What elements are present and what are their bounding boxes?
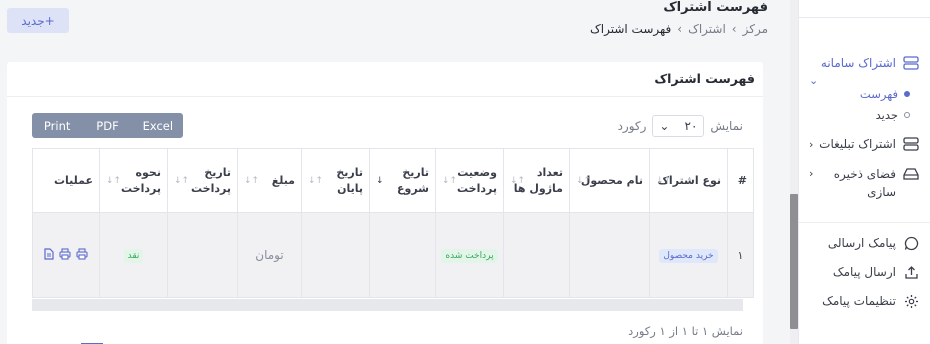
sidebar-subitem-new[interactable]: جدید: [876, 107, 910, 123]
sidebar-item-sms-settings[interactable]: تنظیمات پیامک: [805, 291, 920, 311]
page-length-control: نمایش ۲۰ ⌄ رکورد: [618, 115, 743, 137]
cell-paid-date: [167, 212, 238, 298]
length-prefix: نمایش: [710, 119, 743, 133]
storage-icon: [902, 165, 920, 183]
page-scrollbar[interactable]: [790, 0, 798, 344]
gear-icon: [902, 292, 920, 310]
table-info: نمایش ۱ تا ۱ از ۱ رکورد: [628, 324, 743, 338]
sidebar-item-label: پیامک ارسالی: [827, 236, 896, 250]
breadcrumb-separator: ›: [677, 22, 683, 36]
bullet-circle-icon: [904, 112, 910, 118]
chat-icon: [902, 234, 920, 252]
method-badge: نقد: [123, 248, 144, 263]
sidebar: اشتراک سامانه ⌄ فهرست جدید اشتراک تبلیغا…: [798, 0, 930, 344]
table-horizontal-scrollbar[interactable]: [32, 299, 743, 311]
subscription-list-card: فهرست اشتراک Print PDF Excel نمایش ۲۰ ⌄ …: [7, 62, 763, 344]
col-modules[interactable]: تعداد ماژول ها ↑↓: [503, 148, 570, 213]
bullet-dot-icon: [904, 91, 910, 97]
breadcrumb-current: فهرست اشتراک: [590, 22, 672, 36]
breadcrumb: مرکز › اشتراک › فهرست اشتراک: [590, 22, 768, 36]
col-paid-date[interactable]: تاریخ پرداخت ↑↓: [167, 148, 238, 213]
sidebar-item-label: ارسال پیامک: [832, 265, 896, 279]
col-number: #: [727, 148, 754, 213]
sidebar-subitem-label: فهرست: [859, 87, 898, 101]
server-icon: [902, 135, 920, 153]
new-subscription-button[interactable]: +جدید: [7, 8, 69, 33]
chevron-left-icon: ‹: [809, 167, 814, 180]
cell-status: پرداخت شده: [435, 212, 504, 298]
document-icon[interactable]: [44, 247, 54, 260]
sidebar-item-label: فضای ذخیره سازی: [833, 167, 896, 199]
col-amount[interactable]: مبلغ ↑↓: [237, 148, 302, 213]
breadcrumb-home[interactable]: مرکز: [743, 22, 768, 36]
cell-number: ۱: [727, 212, 754, 298]
card-divider: [7, 96, 763, 97]
table-header-row: # نوع اشتراک ↑↓ نام محصول ↑↓ تعداد ماژول ه…: [32, 148, 754, 213]
col-status[interactable]: وضعیت پرداخت ↑↓: [435, 148, 504, 213]
sidebar-subitem-label: جدید: [875, 108, 898, 122]
cell-type: خرید محصول: [649, 212, 728, 298]
sidebar-item-storage[interactable]: فضای ذخیره سازی ‹: [805, 165, 920, 199]
col-actions: عملیات: [32, 148, 100, 213]
print-icon[interactable]: [59, 247, 71, 260]
sidebar-item-send-sms[interactable]: ارسال پیامک: [805, 262, 920, 282]
chevron-left-icon: ‹: [809, 137, 814, 151]
sidebar-item-label: اشتراک تبلیغات: [819, 137, 896, 151]
col-product[interactable]: نام محصول ↑↓: [569, 148, 650, 213]
excel-button[interactable]: Excel: [133, 113, 183, 138]
sidebar-item-ads-subscription[interactable]: اشتراک تبلیغات ‹: [805, 134, 920, 154]
cell-product: [569, 212, 650, 298]
cell-modules: [503, 212, 570, 298]
breadcrumb-separator: ›: [731, 22, 737, 36]
page-title: فهرست اشتراک: [663, 0, 768, 15]
sidebar-item-system-subscription[interactable]: اشتراک سامانه: [805, 53, 920, 73]
chevron-down-icon: ⌄: [809, 73, 819, 87]
sidebar-item-label: تنظیمات پیامک: [822, 294, 896, 308]
pdf-button[interactable]: PDF: [82, 113, 132, 138]
chevron-down-icon: ⌄: [659, 119, 670, 133]
sidebar-item-sent-sms[interactable]: پیامک ارسالی: [805, 233, 920, 253]
table-row: ۱ خرید محصول پرداخت شده تومان نقد: [32, 212, 754, 298]
cell-end-date: [301, 212, 370, 298]
cell-actions: [32, 212, 100, 298]
export-button-group: Print PDF Excel: [32, 113, 183, 138]
status-badge: پرداخت شده: [441, 248, 498, 263]
col-method[interactable]: نحوه پرداخت ↑↓: [99, 148, 168, 213]
sidebar-divider: [799, 17, 930, 18]
print-button[interactable]: Print: [32, 113, 82, 138]
cell-amount: تومان: [237, 212, 302, 298]
print-icon[interactable]: [76, 247, 88, 260]
card-title: فهرست اشتراک: [654, 71, 755, 86]
length-suffix: رکورد: [617, 119, 647, 133]
col-start-date[interactable]: تاریخ شروع ↓: [369, 148, 436, 213]
col-type[interactable]: نوع اشتراک ↑↓: [649, 148, 728, 213]
subscription-table: # نوع اشتراک ↑↓ نام محصول ↑↓ تعداد ماژول ه…: [32, 148, 754, 298]
sidebar-subitem-list[interactable]: فهرست: [860, 86, 910, 102]
page-scrollbar-thumb[interactable]: [790, 194, 798, 329]
upload-icon: [902, 263, 920, 281]
cell-start-date: [369, 212, 436, 298]
breadcrumb-subscription[interactable]: اشتراک: [688, 22, 726, 36]
cell-method: نقد: [99, 212, 168, 298]
page-length-value: ۲۰: [684, 119, 698, 133]
sidebar-item-label: اشتراک سامانه: [820, 56, 896, 70]
col-end-date[interactable]: تاریخ پایان ↑↓: [301, 148, 370, 213]
type-badge: خرید محصول: [659, 248, 718, 263]
page-length-select[interactable]: ۲۰ ⌄: [652, 115, 705, 137]
server-icon: [902, 54, 920, 72]
amount-unit: تومان: [255, 248, 284, 262]
sidebar-divider: [799, 222, 930, 223]
